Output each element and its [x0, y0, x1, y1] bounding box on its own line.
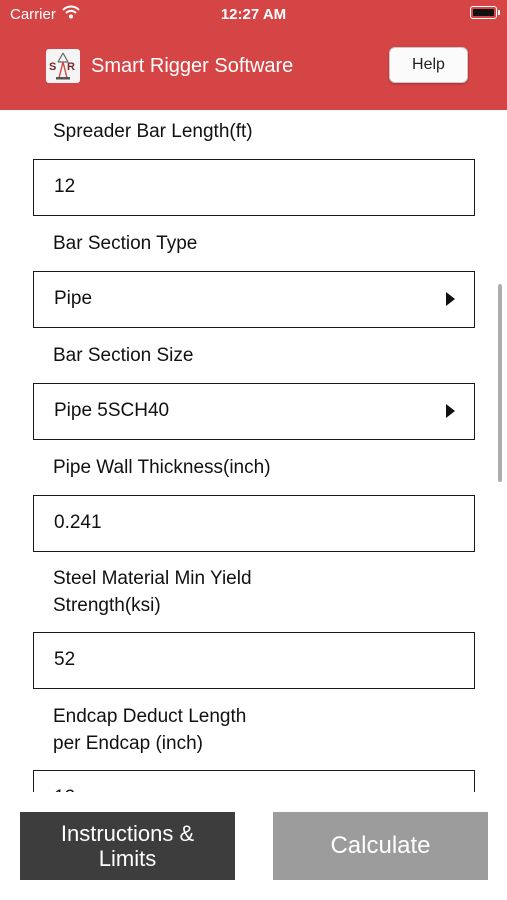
section-type-value: Pipe — [54, 288, 93, 309]
caret-right-icon — [446, 404, 455, 418]
input-form[interactable]: Spreader Bar Length(ft) 12 Bar Section T… — [0, 110, 507, 792]
instructions-label-line2: Limits — [98, 846, 157, 871]
vertical-scrollbar[interactable] — [498, 284, 502, 482]
status-bar: Carrier 12:27 AM — [0, 0, 507, 28]
section-type-select[interactable]: Pipe — [33, 271, 475, 328]
endcap-deduct-label-line2: per Endcap (inch) — [53, 733, 203, 754]
yield-strength-label-line1: Steel Material Min Yield — [53, 568, 252, 589]
caret-right-icon — [446, 292, 455, 306]
instructions-label-line1: Instructions & — [60, 821, 195, 846]
spreader-length-input[interactable]: 12 — [33, 159, 475, 216]
section-type-label: Bar Section Type — [53, 233, 198, 254]
yield-strength-value: 52 — [54, 649, 76, 670]
app-header: Carrier 12:27 AM S R Smart Rigger Softwa… — [0, 0, 507, 110]
spreader-length-value: 12 — [54, 176, 76, 197]
endcap-deduct-input[interactable]: 12 — [33, 770, 475, 792]
endcap-deduct-label-line1: Endcap Deduct Length — [53, 706, 247, 727]
calculate-button[interactable]: Calculate — [273, 812, 488, 880]
wall-thickness-input[interactable]: 0.241 — [33, 495, 475, 552]
yield-strength-label-line2: Strength(ksi) — [53, 595, 161, 616]
battery-icon — [470, 6, 500, 19]
section-size-label: Bar Section Size — [53, 345, 194, 366]
help-button[interactable]: Help — [389, 47, 468, 83]
wall-thickness-label: Pipe Wall Thickness(inch) — [53, 457, 271, 478]
svg-text:S: S — [49, 61, 56, 73]
yield-strength-input[interactable]: 52 — [33, 632, 475, 689]
instructions-limits-button[interactable]: Instructions & Limits — [20, 812, 235, 880]
section-size-value: Pipe 5SCH40 — [54, 400, 170, 421]
spreader-length-label: Spreader Bar Length(ft) — [53, 121, 253, 142]
section-size-select[interactable]: Pipe 5SCH40 — [33, 383, 475, 440]
status-time: 12:27 AM — [220, 6, 287, 23]
app-logo-icon: S R — [46, 49, 80, 83]
bottom-action-bar: Instructions & Limits Calculate — [0, 792, 507, 900]
app-title: Smart Rigger Software — [91, 55, 294, 77]
svg-text:R: R — [67, 61, 75, 73]
wall-thickness-value: 0.241 — [54, 512, 102, 533]
